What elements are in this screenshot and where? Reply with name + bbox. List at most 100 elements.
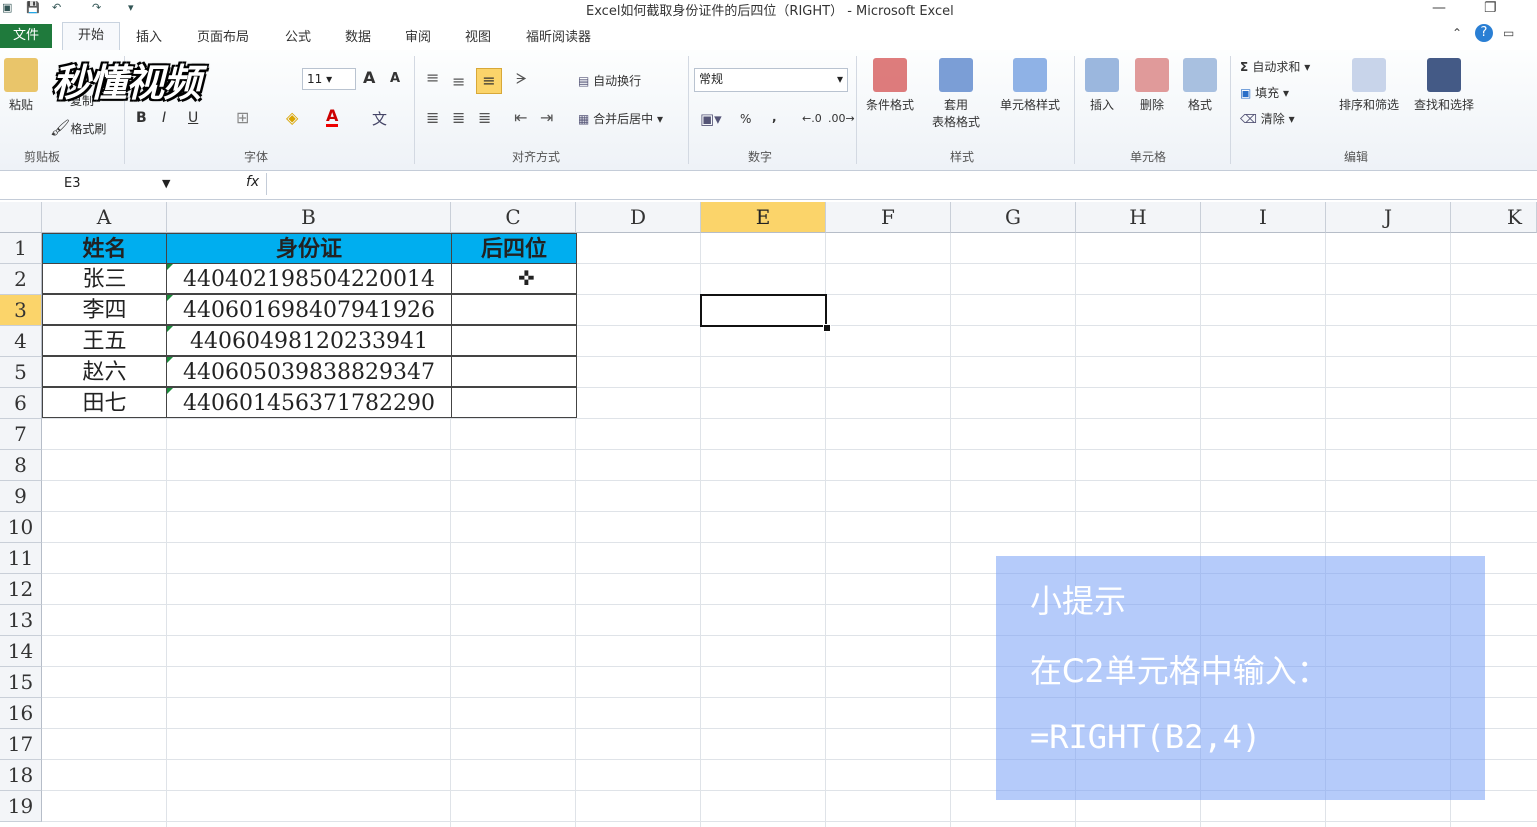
- underline-button[interactable]: U: [188, 110, 198, 126]
- align-left-icon[interactable]: ≣: [426, 108, 439, 127]
- select-all-corner[interactable]: [0, 202, 42, 233]
- font-size-select[interactable]: 11 ▾: [302, 68, 356, 90]
- cell-c6[interactable]: [451, 387, 577, 418]
- row-header[interactable]: 5: [0, 357, 42, 388]
- wrap-text-button[interactable]: ▤ 自动换行: [578, 72, 641, 89]
- cell-a3[interactable]: 李四: [42, 294, 167, 325]
- tab-home[interactable]: 开始: [62, 22, 120, 51]
- cell-b1[interactable]: 身份证: [166, 233, 452, 264]
- row-header[interactable]: 15: [0, 667, 42, 698]
- cell-styles-button[interactable]: 单元格样式: [994, 58, 1066, 113]
- collapse-ribbon-icon[interactable]: ⌃: [1452, 26, 1462, 40]
- row-header[interactable]: 6: [0, 388, 42, 419]
- column-header-e[interactable]: E: [701, 202, 826, 233]
- orientation-icon[interactable]: ᗒ: [516, 70, 527, 88]
- sort-filter-button[interactable]: 排序和筛选: [1334, 58, 1404, 113]
- fx-icon[interactable]: fx: [246, 174, 259, 190]
- row-header[interactable]: 2: [0, 264, 42, 295]
- row-header[interactable]: 19: [0, 791, 42, 822]
- ribbon-minimize-icon[interactable]: ▭: [1503, 26, 1514, 40]
- cell-a2[interactable]: 张三: [42, 263, 167, 294]
- delete-cells-button[interactable]: 删除: [1132, 58, 1172, 113]
- find-select-button[interactable]: 查找和选择: [1408, 58, 1480, 113]
- tab-view[interactable]: 视图: [465, 26, 491, 45]
- shrink-font-button[interactable]: A: [390, 71, 400, 86]
- comma-button[interactable]: ,: [772, 110, 777, 124]
- row-header[interactable]: 17: [0, 729, 42, 760]
- currency-icon[interactable]: ▣▾: [700, 110, 722, 128]
- row-header[interactable]: 10: [0, 512, 42, 543]
- font-color-button[interactable]: A: [326, 108, 339, 127]
- increase-indent-icon[interactable]: ⇥: [540, 108, 553, 127]
- bold-button[interactable]: B: [136, 110, 147, 126]
- row-header[interactable]: 1: [0, 233, 42, 264]
- autosum-button[interactable]: Σ 自动求和 ▾: [1240, 58, 1310, 75]
- column-header-f[interactable]: F: [826, 202, 951, 233]
- cell-b3[interactable]: 440601698407941926: [166, 294, 452, 325]
- row-header[interactable]: 4: [0, 326, 42, 357]
- tab-insert[interactable]: 插入: [136, 26, 162, 45]
- row-header[interactable]: 9: [0, 481, 42, 512]
- minimize-icon[interactable]: —: [1432, 0, 1446, 16]
- number-format-select[interactable]: 常规 ▾: [694, 68, 848, 92]
- tab-data[interactable]: 数据: [345, 26, 371, 45]
- column-header-d[interactable]: D: [576, 202, 701, 233]
- grow-font-button[interactable]: A: [363, 68, 375, 87]
- column-header-b[interactable]: B: [167, 202, 451, 233]
- align-bottom-icon[interactable]: ≡: [476, 68, 502, 94]
- cell-a4[interactable]: 王五: [42, 325, 167, 356]
- insert-cells-button[interactable]: 插入: [1082, 58, 1122, 113]
- tab-formulas[interactable]: 公式: [285, 26, 311, 45]
- row-header[interactable]: 16: [0, 698, 42, 729]
- align-center-icon[interactable]: ≣: [452, 108, 465, 127]
- column-header-i[interactable]: I: [1201, 202, 1326, 233]
- cell-c5[interactable]: [451, 356, 577, 387]
- cell-b5[interactable]: 440605039838829347: [166, 356, 452, 387]
- conditional-format-button[interactable]: 条件格式: [862, 58, 918, 113]
- borders-icon[interactable]: ⊞: [236, 108, 249, 127]
- cell-a1[interactable]: 姓名: [42, 233, 167, 264]
- cell-c1[interactable]: 后四位: [451, 233, 577, 264]
- cell-c2[interactable]: ✜: [451, 263, 577, 294]
- decrease-indent-icon[interactable]: ⇤: [514, 108, 527, 127]
- decrease-decimal-icon[interactable]: .00→: [828, 112, 855, 125]
- cell-c4[interactable]: [451, 325, 577, 356]
- column-header-k[interactable]: K: [1451, 202, 1537, 233]
- active-cell-e3[interactable]: [700, 294, 827, 327]
- fill-handle[interactable]: [823, 324, 831, 332]
- tab-file[interactable]: 文件: [0, 24, 52, 48]
- fill-button[interactable]: ▣ 填充 ▾: [1240, 84, 1289, 101]
- tab-review[interactable]: 审阅: [405, 26, 431, 45]
- restore-icon[interactable]: ❐: [1484, 0, 1497, 16]
- align-top-icon[interactable]: ≡: [426, 68, 439, 87]
- format-cells-button[interactable]: 格式: [1180, 58, 1220, 113]
- tab-page-layout[interactable]: 页面布局: [197, 26, 249, 45]
- row-header[interactable]: 8: [0, 450, 42, 481]
- row-header[interactable]: 3: [0, 295, 42, 326]
- cell-b6[interactable]: 440601456371782290: [166, 387, 452, 418]
- tab-foxit-reader[interactable]: 福昕阅读器: [526, 26, 591, 45]
- name-box[interactable]: E3 ▼: [2, 174, 172, 194]
- column-header-c[interactable]: C: [451, 202, 576, 233]
- redo-icon[interactable]: ↷: [92, 1, 101, 14]
- phonetic-icon[interactable]: 文: [372, 108, 387, 129]
- format-as-table-button[interactable]: 套用 表格格式: [924, 58, 988, 130]
- cell-b4[interactable]: 44060498120233941: [166, 325, 452, 356]
- align-right-icon[interactable]: ≣: [478, 108, 491, 127]
- formula-input[interactable]: [266, 173, 1537, 195]
- align-middle-icon[interactable]: ≡: [452, 72, 465, 91]
- undo-icon[interactable]: ↶: [52, 1, 61, 14]
- paste-button[interactable]: 粘贴: [4, 58, 38, 113]
- row-header[interactable]: 13: [0, 605, 42, 636]
- excel-icon[interactable]: ▣: [2, 1, 12, 14]
- help-icon[interactable]: ?: [1475, 24, 1493, 42]
- row-header[interactable]: 11: [0, 543, 42, 574]
- customize-qat-icon[interactable]: ▾: [128, 1, 134, 14]
- fill-color-icon[interactable]: ◈: [286, 108, 298, 127]
- chevron-down-icon[interactable]: ▼: [162, 174, 170, 194]
- row-header[interactable]: 7: [0, 419, 42, 450]
- cell-a5[interactable]: 赵六: [42, 356, 167, 387]
- cell-a6[interactable]: 田七: [42, 387, 167, 418]
- merge-center-button[interactable]: ▦ 合并后居中 ▾: [578, 110, 663, 127]
- format-painter-button[interactable]: 🖌格式刷: [50, 118, 106, 137]
